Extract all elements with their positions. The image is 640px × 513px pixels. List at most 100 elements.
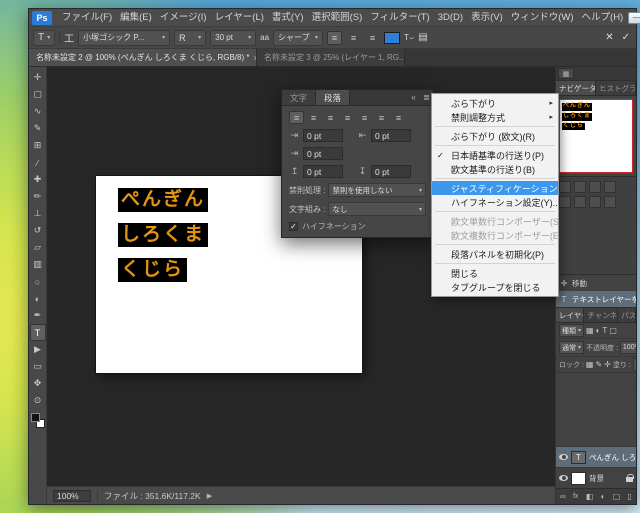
zoom-tool[interactable]: ⊙ [30, 392, 46, 409]
align-left-button[interactable]: ≡ [289, 111, 304, 124]
minimize-button[interactable]: — [628, 11, 640, 24]
menu-image[interactable]: イメージ(I) [156, 9, 211, 27]
menu-item-justification[interactable]: ジャスティフィケーション(J)... [432, 181, 558, 195]
crop-tool[interactable]: ⊞ [30, 137, 46, 154]
lock-position-icon[interactable]: ✛ [604, 360, 611, 369]
align-right-button[interactable]: ≡ [365, 31, 380, 45]
filter-type-icon[interactable]: T [602, 326, 607, 335]
text-color-swatch[interactable] [384, 31, 401, 44]
eraser-tool[interactable]: ▱ [30, 239, 46, 256]
pen-tool[interactable]: ✒ [30, 307, 46, 324]
menu-help[interactable]: ヘルプ(H) [578, 9, 628, 27]
dodge-tool[interactable]: ◐ [30, 290, 46, 307]
layer-row-background[interactable]: 背景 [556, 467, 636, 488]
text-line[interactable]: くじら [118, 257, 188, 282]
zoom-level-field[interactable]: 100% [53, 489, 91, 502]
menu-item-kinsoku-adjustment[interactable]: 禁則調整方式 ▸ [432, 110, 558, 124]
menu-item-close[interactable]: 閉じる [432, 266, 558, 280]
tab-histogram[interactable]: ヒストグラム [596, 81, 636, 95]
menu-3d[interactable]: 3D(D) [434, 9, 467, 27]
panel-icon[interactable] [559, 181, 571, 193]
menu-item-japanese-leading[interactable]: ✓ 日本語基準の行送り(P) [432, 148, 558, 162]
text-orientation-icon[interactable]: 工 [64, 30, 74, 45]
adjustment-layer-icon[interactable]: ◐ [601, 492, 606, 501]
foreground-color-swatch[interactable] [30, 413, 40, 422]
layer-style-icon[interactable]: fx [573, 493, 578, 500]
panel-icon[interactable] [604, 181, 616, 193]
align-left-button[interactable]: ≡ [327, 30, 343, 45]
font-size-select[interactable]: 30 pt ▾ [210, 29, 257, 46]
justify-last-center-button[interactable]: ≡ [357, 111, 372, 124]
status-expand-icon[interactable]: ▶ [207, 492, 212, 500]
filter-shape-icon[interactable]: ▢ [609, 326, 617, 335]
type-tool[interactable]: T [29, 324, 46, 341]
history-brush-tool[interactable]: ↺ [30, 222, 46, 239]
move-tool[interactable]: ✛ [30, 69, 46, 86]
clone-stamp-tool[interactable]: ⊥ [30, 205, 46, 222]
justify-all-button[interactable]: ≡ [391, 111, 406, 124]
shape-tool[interactable]: ▭ [30, 358, 46, 375]
kinsoku-select[interactable]: 禁則を使用しない ▾ [328, 183, 426, 197]
tab-channels[interactable]: チャンネル [584, 308, 619, 322]
add-mask-icon[interactable]: ◧ [586, 492, 594, 501]
navigator-preview[interactable]: ぺんぎん しろくま くじら [559, 99, 633, 173]
panel-icon[interactable] [559, 196, 571, 208]
eyedropper-tool[interactable]: ∕ [30, 154, 46, 171]
document-tab-1[interactable]: 名称未設定 2 @ 100% (ぺんぎん しろくま くじら, RGB/8) *× [29, 49, 257, 66]
path-selection-tool[interactable]: ▶ [30, 341, 46, 358]
menu-edit[interactable]: 編集(E) [116, 9, 156, 27]
hyphenation-checkbox[interactable]: ✓ [289, 222, 298, 231]
visibility-eye-icon[interactable] [559, 454, 568, 460]
align-center-button[interactable]: ≡ [346, 31, 361, 45]
menu-select[interactable]: 選択範囲(S) [308, 9, 367, 27]
space-before-field[interactable]: 0 pt [303, 165, 343, 178]
panel-icon[interactable] [604, 196, 616, 208]
menu-type[interactable]: 書式(Y) [268, 9, 308, 27]
font-family-select[interactable]: 小塚ゴシック P... ▾ [78, 29, 171, 46]
menu-view[interactable]: 表示(V) [467, 9, 507, 27]
blur-tool[interactable]: ○ [30, 273, 46, 290]
tab-character[interactable]: 文字 [282, 90, 317, 105]
text-line[interactable]: しろくま [118, 222, 209, 247]
tab-navigator[interactable]: ナビゲーター [556, 81, 597, 95]
panel-icon[interactable] [589, 196, 601, 208]
color-swatches[interactable] [30, 413, 45, 428]
menu-item-roman-leading[interactable]: 欧文基準の行送り(B) [432, 162, 558, 176]
lasso-tool[interactable]: ∿ [30, 103, 46, 120]
collapse-panel-icon[interactable]: « [407, 90, 420, 105]
right-indent-field[interactable]: 0 pt [371, 129, 411, 142]
tab-paths[interactable]: パス [618, 308, 636, 322]
layer-name[interactable]: ぺんぎん しろくま くじら [589, 452, 636, 463]
menu-window[interactable]: ウィンドウ(W) [507, 9, 578, 27]
space-after-field[interactable]: 0 pt [371, 165, 411, 178]
hand-tool[interactable]: ✥ [30, 375, 46, 392]
layer-row-text[interactable]: T ぺんぎん しろくま くじら [556, 446, 636, 467]
collapse-to-icons-button[interactable]: ▦ [558, 68, 574, 79]
menu-item-close-tab-group[interactable]: タブグループを閉じる [432, 280, 558, 294]
new-group-icon[interactable]: ▢ [613, 492, 621, 501]
warp-text-icon[interactable]: T⌣ [404, 33, 414, 43]
text-line[interactable]: ぺんぎん [118, 188, 209, 212]
background-layer-thumbnail[interactable] [571, 471, 586, 485]
visibility-eye-icon[interactable] [559, 475, 568, 481]
align-center-button[interactable]: ≡ [306, 111, 321, 124]
healing-brush-tool[interactable]: ✚ [30, 171, 46, 188]
document-tab-2[interactable]: 名称未設定 3 @ 25% (レイヤー 1, RG... [257, 49, 405, 66]
panel-icon[interactable] [574, 196, 586, 208]
menu-filter[interactable]: フィルター(T) [366, 9, 433, 27]
first-line-indent-field[interactable]: 0 pt [303, 147, 343, 160]
justify-last-left-button[interactable]: ≡ [340, 111, 355, 124]
quick-selection-tool[interactable]: ✎ [30, 120, 46, 137]
tab-paragraph[interactable]: 段落 [316, 90, 351, 105]
history-state-move[interactable]: ✛ 移動 [556, 275, 636, 291]
toggle-panels-icon[interactable]: ▤ [418, 32, 427, 43]
justify-last-right-button[interactable]: ≡ [374, 111, 389, 124]
commit-edit-button[interactable]: ✓ [620, 32, 632, 43]
filter-pixel-icon[interactable]: ▦ [586, 326, 594, 335]
layer-name[interactable]: 背景 [589, 473, 604, 484]
fill-select[interactable]: 100%▾ [632, 358, 636, 371]
menu-item-hyphenation-settings[interactable]: ハイフネーション設定(Y)... [432, 195, 558, 209]
menu-item-burasagari[interactable]: ぶら下がり ▸ [432, 96, 558, 110]
menu-item-roman-hanging[interactable]: ぶら下がり (欧文)(R) [432, 129, 558, 143]
tool-preset-picker[interactable]: T ▾ [33, 29, 56, 46]
